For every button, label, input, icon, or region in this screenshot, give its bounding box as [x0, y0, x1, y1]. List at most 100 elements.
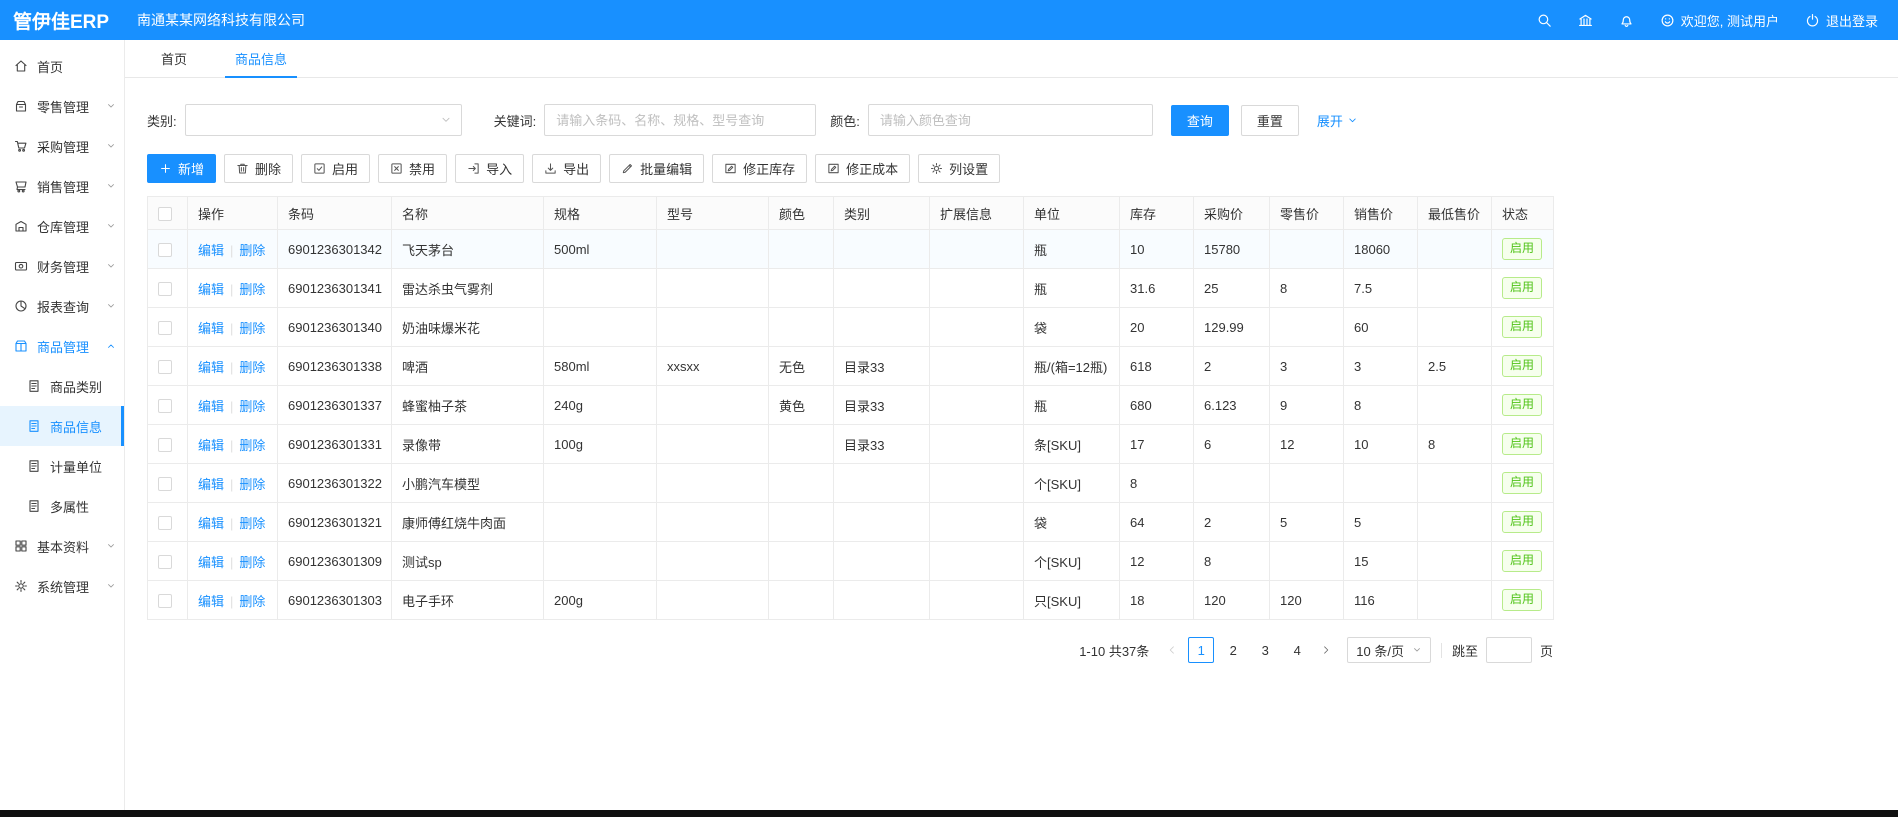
cell-sale: 3	[1344, 347, 1418, 386]
keyword-input[interactable]	[544, 104, 816, 136]
row-checkbox[interactable]	[158, 321, 172, 335]
edit-link[interactable]: 编辑	[198, 399, 224, 414]
page-size-select[interactable]: 10 条/页	[1347, 637, 1431, 663]
row-checkbox[interactable]	[158, 243, 172, 257]
delete-button[interactable]: 删除	[224, 154, 293, 183]
cell-spec: 580ml	[544, 347, 657, 386]
sidebar-item-home[interactable]: 首页	[0, 46, 124, 86]
fix-stock-button[interactable]: 修正库存	[712, 154, 807, 183]
add-button[interactable]: 新增	[147, 154, 216, 183]
button-label: 列设置	[949, 159, 988, 178]
edit-link[interactable]: 编辑	[198, 360, 224, 375]
grid-icon	[14, 539, 28, 553]
sidebar-item-warehouse[interactable]: 仓库管理	[0, 206, 124, 246]
sidebar-item-system[interactable]: 系统管理	[0, 566, 124, 606]
cell-spec	[544, 269, 657, 308]
link-separator: |	[230, 399, 233, 414]
sidebar-item-goods[interactable]: 商品管理	[0, 326, 124, 366]
delete-link[interactable]: 删除	[239, 321, 265, 336]
row-checkbox[interactable]	[158, 360, 172, 374]
welcome-user[interactable]: 欢迎您, 测试用户	[1660, 11, 1779, 30]
sidebar-item-retail[interactable]: 零售管理	[0, 86, 124, 126]
delete-link[interactable]: 删除	[239, 594, 265, 609]
page-button-2[interactable]: 2	[1220, 637, 1246, 663]
delete-link[interactable]: 删除	[239, 360, 265, 375]
cell-min	[1418, 308, 1492, 347]
delete-link[interactable]: 删除	[239, 243, 265, 258]
sidebar-item-basic-data[interactable]: 基本资料	[0, 526, 124, 566]
delete-link[interactable]: 删除	[239, 555, 265, 570]
import-button[interactable]: 导入	[455, 154, 524, 183]
row-checkbox[interactable]	[158, 555, 172, 569]
cell-status: 启用	[1492, 269, 1554, 308]
row-checkbox[interactable]	[158, 282, 172, 296]
delete-link[interactable]: 删除	[239, 477, 265, 492]
page-button-3[interactable]: 3	[1252, 637, 1278, 663]
cell-status: 启用	[1492, 230, 1554, 269]
cell-spec: 200g	[544, 581, 657, 620]
chevron-down-icon	[1412, 645, 1422, 655]
page-button-1[interactable]: 1	[1188, 637, 1214, 663]
status-badge: 启用	[1502, 238, 1542, 260]
export-button[interactable]: 导出	[532, 154, 601, 183]
edit-link[interactable]: 编辑	[198, 321, 224, 336]
expand-link[interactable]: 展开	[1317, 111, 1358, 130]
enable-button[interactable]: 启用	[301, 154, 370, 183]
reset-button[interactable]: 重置	[1241, 105, 1299, 136]
sidebar-item-measure-unit[interactable]: 计量单位	[0, 446, 124, 486]
color-input[interactable]	[868, 104, 1153, 136]
column-settings-button[interactable]: 列设置	[918, 154, 1000, 183]
jump-page-input[interactable]	[1486, 637, 1532, 663]
sidebar-item-purchase[interactable]: 采购管理	[0, 126, 124, 166]
row-checkbox[interactable]	[158, 399, 172, 413]
bank-icon[interactable]	[1578, 13, 1593, 28]
row-checkbox[interactable]	[158, 516, 172, 530]
expand-text: 展开	[1317, 111, 1343, 130]
sidebar-item-sales[interactable]: 销售管理	[0, 166, 124, 206]
cell-stock: 17	[1120, 425, 1194, 464]
tab-goods-info[interactable]: 商品信息	[235, 40, 287, 77]
delete-link[interactable]: 删除	[239, 516, 265, 531]
app-root: 管伊佳ERP 南通某某网络科技有限公司 欢迎您, 测试用户 退出登录 首页零售管…	[0, 0, 1898, 817]
search-icon[interactable]	[1537, 13, 1552, 28]
row-select-cell	[148, 230, 188, 269]
sidebar-item-goods-info[interactable]: 商品信息	[0, 406, 124, 446]
select-all-checkbox[interactable]	[158, 207, 172, 221]
search-button[interactable]: 查询	[1171, 105, 1229, 136]
logout-button[interactable]: 退出登录	[1805, 11, 1878, 30]
delete-link[interactable]: 删除	[239, 282, 265, 297]
edit-link[interactable]: 编辑	[198, 282, 224, 297]
row-checkbox[interactable]	[158, 477, 172, 491]
sidebar-item-finance[interactable]: 财务管理	[0, 246, 124, 286]
category-select[interactable]	[185, 104, 462, 136]
delete-link[interactable]: 删除	[239, 399, 265, 414]
company-name: 南通某某网络科技有限公司	[137, 10, 305, 30]
batch-edit-button[interactable]: 批量编辑	[609, 154, 704, 183]
fix-cost-button[interactable]: 修正成本	[815, 154, 910, 183]
sidebar-item-report[interactable]: 报表查询	[0, 286, 124, 326]
prev-page-button[interactable]	[1159, 637, 1185, 663]
next-page-button[interactable]	[1313, 637, 1339, 663]
cell-category	[834, 503, 930, 542]
edit-link[interactable]: 编辑	[198, 516, 224, 531]
bell-icon[interactable]	[1619, 13, 1634, 28]
delete-link[interactable]: 删除	[239, 438, 265, 453]
cell-spec	[544, 308, 657, 347]
doc-icon	[27, 419, 41, 433]
edit-link[interactable]: 编辑	[198, 477, 224, 492]
edit-link[interactable]: 编辑	[198, 243, 224, 258]
edit-link[interactable]: 编辑	[198, 594, 224, 609]
cell-unit: 袋	[1024, 308, 1120, 347]
edit-link[interactable]: 编辑	[198, 555, 224, 570]
sidebar-item-goods-category[interactable]: 商品类别	[0, 366, 124, 406]
edit-link[interactable]: 编辑	[198, 438, 224, 453]
page-button-4[interactable]: 4	[1284, 637, 1310, 663]
row-checkbox[interactable]	[158, 438, 172, 452]
tab-home[interactable]: 首页	[161, 40, 187, 77]
row-checkbox[interactable]	[158, 594, 172, 608]
cell-spec	[544, 503, 657, 542]
cell-purchase: 120	[1194, 581, 1270, 620]
disable-button[interactable]: 禁用	[378, 154, 447, 183]
sidebar-item-multi-attr[interactable]: 多属性	[0, 486, 124, 526]
cell-color	[769, 269, 834, 308]
